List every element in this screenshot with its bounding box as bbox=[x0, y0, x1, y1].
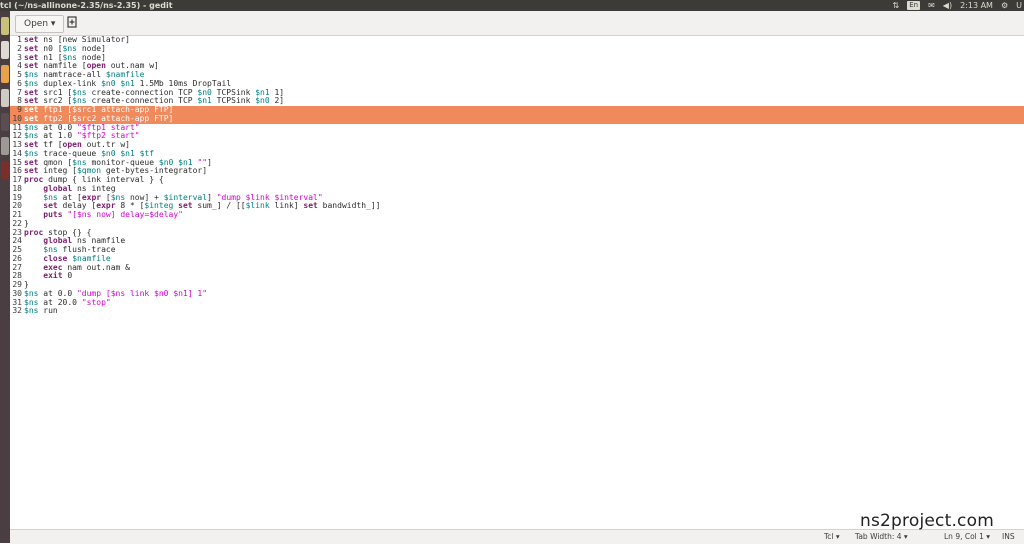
gedit-toolbar: Open ▾ bbox=[10, 11, 1024, 36]
launcher-app-icon[interactable] bbox=[1, 161, 9, 179]
insert-mode: INS bbox=[1002, 532, 1015, 541]
open-button[interactable]: Open ▾ bbox=[15, 15, 65, 33]
code-line[interactable]: 17 proc dump { link interval } { bbox=[10, 175, 1024, 185]
code-line[interactable]: 21 puts "[$ns now] delay=$delay" bbox=[10, 210, 1024, 220]
user-menu[interactable]: U bbox=[1016, 0, 1022, 11]
line-text[interactable]: proc dump { link interval } { bbox=[24, 175, 164, 184]
code-line[interactable]: 12 $ns at 1.0 "$ftp2 start" bbox=[10, 131, 1024, 141]
line-text[interactable]: set n0 [$ns node] bbox=[24, 44, 106, 53]
volume-icon[interactable]: ◀) bbox=[943, 0, 952, 11]
clock[interactable]: 2:13 AM bbox=[960, 0, 993, 11]
line-text[interactable]: exit 0 bbox=[24, 271, 72, 280]
line-text[interactable]: } bbox=[24, 280, 29, 289]
line-text[interactable]: close $namfile bbox=[24, 254, 110, 263]
line-number: 32 bbox=[12, 306, 22, 316]
keyboard-language-indicator[interactable]: En bbox=[907, 1, 921, 10]
code-line[interactable]: 27 exec nam out.nam & bbox=[10, 263, 1024, 273]
line-text[interactable]: set tf [open out.tr w] bbox=[24, 140, 130, 149]
status-bar: Tcl ▾ Tab Width: 4 ▾ Ln 9, Col 1 ▾ INS bbox=[10, 529, 1024, 544]
launcher-app-icon[interactable] bbox=[1, 89, 9, 107]
code-line[interactable]: 30 $ns at 0.0 "dump [$ns link $n0 $n1] 1" bbox=[10, 289, 1024, 299]
line-text[interactable]: puts "[$ns now] delay=$delay" bbox=[24, 210, 183, 219]
new-document-icon[interactable] bbox=[65, 16, 79, 30]
code-line[interactable]: 4 set namfile [open out.nam w] bbox=[10, 61, 1024, 71]
launcher-app-icon[interactable] bbox=[1, 137, 9, 155]
line-text[interactable]: global ns integ bbox=[24, 184, 115, 193]
launcher-app-icon[interactable] bbox=[1, 41, 9, 59]
system-tray: ⇅ En ✉ ◀) 2:13 AM ⚙ U bbox=[893, 0, 1024, 11]
line-text[interactable]: set ftp1 [$src1 attach-app FTP] bbox=[24, 105, 173, 114]
code-line[interactable]: 1 set ns [new Simulator] bbox=[10, 35, 1024, 45]
code-line[interactable]: 28 exit 0 bbox=[10, 271, 1024, 281]
tab-width-selector[interactable]: Tab Width: 4 ▾ bbox=[855, 532, 908, 542]
line-text[interactable]: set ns [new Simulator] bbox=[24, 35, 130, 44]
code-lines[interactable]: 1 set ns [new Simulator] 2 set n0 [$ns node… bbox=[10, 35, 1024, 316]
code-line[interactable]: 2 set n0 [$ns node] bbox=[10, 44, 1024, 54]
settings-gear-icon[interactable]: ⚙ bbox=[1001, 0, 1008, 11]
language-selector[interactable]: Tcl ▾ bbox=[824, 532, 840, 542]
line-text[interactable]: $ns trace-queue $n0 $n1 $tf bbox=[24, 149, 154, 158]
code-line[interactable]: 23 proc stop {} { bbox=[10, 228, 1024, 238]
line-text[interactable]: $ns at 1.0 "$ftp2 start" bbox=[24, 131, 140, 140]
cursor-position[interactable]: Ln 9, Col 1 ▾ bbox=[944, 532, 990, 542]
line-text[interactable]: $ns run bbox=[24, 306, 58, 315]
launcher-app-icon[interactable] bbox=[1, 113, 9, 131]
line-text[interactable]: $ns namtrace-all $namfile bbox=[24, 70, 144, 79]
launcher-app-icon[interactable] bbox=[1, 17, 9, 35]
line-text[interactable]: set ftp2 [$src2 attach-app FTP] bbox=[24, 114, 173, 123]
watermark: ns2project.com bbox=[860, 511, 994, 531]
code-line[interactable]: 32 $ns run bbox=[10, 306, 1024, 316]
line-text[interactable]: $ns duplex-link $n0 $n1 1.5Mb 10ms DropT… bbox=[24, 79, 231, 88]
code-line[interactable]: 10 set ftp2 [$src2 attach-app FTP] bbox=[10, 114, 1024, 124]
code-line[interactable]: 22} bbox=[10, 219, 1024, 229]
line-text[interactable]: } bbox=[24, 219, 29, 228]
code-line[interactable]: 31 $ns at 20.0 "stop" bbox=[10, 298, 1024, 308]
line-text[interactable]: $ns at 0.0 "$ftp1 start" bbox=[24, 123, 140, 132]
line-text[interactable]: set qmon [$ns monitor-queue $n0 $n1 ""] bbox=[24, 158, 212, 167]
line-text[interactable]: $ns at 0.0 "dump [$ns link $n0 $n1] 1" bbox=[24, 289, 207, 298]
code-line[interactable]: 24 global ns namfile bbox=[10, 236, 1024, 246]
line-text[interactable]: $ns at [expr [$ns now] + $interval] "dum… bbox=[24, 193, 322, 202]
code-line[interactable]: 26 close $namfile bbox=[10, 254, 1024, 264]
top-panel: tcl (~/ns-allinone-2.35/ns-2.35) - gedit… bbox=[0, 0, 1024, 11]
code-line[interactable]: 3 set n1 [$ns node] bbox=[10, 53, 1024, 63]
code-line[interactable]: 11 $ns at 0.0 "$ftp1 start" bbox=[10, 123, 1024, 133]
line-text[interactable]: $ns flush-trace bbox=[24, 245, 115, 254]
code-editor[interactable]: 1 set ns [new Simulator] 2 set n0 [$ns node… bbox=[10, 35, 1024, 529]
launcher-app-icon[interactable] bbox=[1, 65, 9, 83]
launcher-bar bbox=[0, 11, 10, 543]
line-text[interactable]: $ns at 20.0 "stop" bbox=[24, 298, 111, 307]
mail-icon[interactable]: ✉ bbox=[928, 0, 935, 11]
line-text[interactable]: set integ [$qmon get-bytes-integrator] bbox=[24, 166, 207, 175]
code-line[interactable]: 25 $ns flush-trace bbox=[10, 245, 1024, 255]
line-text[interactable]: set src1 [$ns create-connection TCP $n0 … bbox=[24, 88, 284, 97]
line-text[interactable]: global ns namfile bbox=[24, 236, 125, 245]
line-text[interactable]: set src2 [$ns create-connection TCP $n1 … bbox=[24, 96, 284, 105]
window-title: tcl (~/ns-allinone-2.35/ns-2.35) - gedit bbox=[0, 1, 173, 10]
code-line[interactable]: 13 set tf [open out.tr w] bbox=[10, 140, 1024, 150]
line-text[interactable]: set namfile [open out.nam w] bbox=[24, 61, 159, 70]
line-text[interactable]: proc stop {} { bbox=[24, 228, 91, 237]
network-arrows-icon[interactable]: ⇅ bbox=[893, 0, 900, 11]
line-text[interactable]: set delay [expr 8 * [$integ set sum_] / … bbox=[24, 201, 380, 210]
line-text[interactable]: set n1 [$ns node] bbox=[24, 53, 106, 62]
